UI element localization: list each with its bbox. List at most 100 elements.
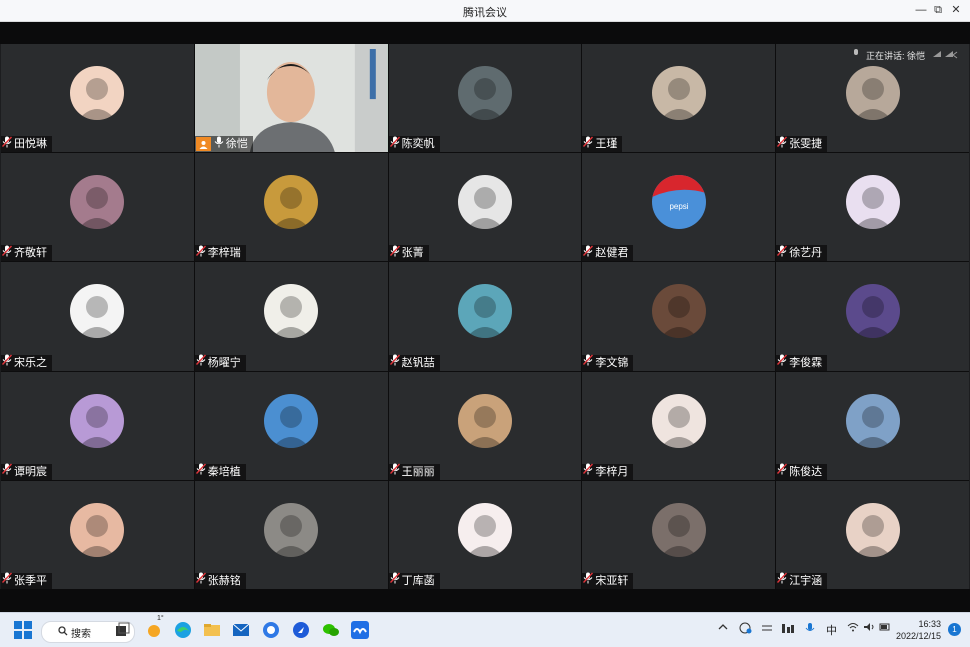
participant-tile[interactable]: 田悦琳 <box>1 44 194 153</box>
notification-badge[interactable]: 1 <box>948 623 961 636</box>
participant-nametag: 杨曜宁 <box>194 354 246 371</box>
microphone-muted-icon <box>389 572 402 589</box>
participant-tile[interactable]: 张菁 <box>388 153 582 262</box>
participant-nametag: 赵健君 <box>582 245 634 262</box>
participant-tile[interactable]: 王瑾 <box>582 44 776 153</box>
participant-nametag: 田悦琳 <box>1 136 52 153</box>
participant-tile[interactable]: 李梓瑞 <box>194 153 388 262</box>
feishu-icon[interactable] <box>291 620 311 640</box>
tray-microphone-icon[interactable] <box>805 622 815 638</box>
participant-tile[interactable]: 赵钒喆 <box>388 262 582 371</box>
participant-nametag: 王丽丽 <box>388 463 440 480</box>
participant-nametag: 李文锦 <box>582 354 634 371</box>
microphone-on-icon <box>214 136 226 153</box>
participant-name: 齐敬轩 <box>14 247 47 260</box>
task-view-icon[interactable] <box>113 620 133 640</box>
tray-chevron-icon[interactable] <box>718 622 728 635</box>
participant-tile[interactable]: 徐恺 <box>194 44 388 153</box>
participant-nametag: 陈奕帆 <box>388 136 440 153</box>
participant-tile[interactable]: 陈俊达 <box>776 371 969 480</box>
participant-tile[interactable]: 江宇涵 <box>776 480 969 589</box>
drawn-girl-avatar <box>651 393 706 448</box>
participant-grid: 田悦琳 徐恺 陈奕帆 王瑾 张雯捷 正在讲话: 徐恺齐敬轩 李梓瑞 张菁 pepsi 赵健君 徐艺丹… <box>1 44 969 589</box>
participant-tile[interactable]: 丁库菡 <box>388 480 582 589</box>
participant-tile[interactable]: 李俊霖 <box>776 262 969 371</box>
edge-browser-icon[interactable] <box>173 620 193 640</box>
tray-app-icon[interactable] <box>781 622 795 637</box>
microphone-muted-icon <box>777 463 789 480</box>
participant-tile[interactable]: 谭明宸 <box>1 371 194 480</box>
participant-name: 徐艺丹 <box>789 247 823 260</box>
participant-tile[interactable]: 李文锦 <box>582 262 776 371</box>
participant-name: 张季平 <box>14 574 47 587</box>
weather-icon[interactable]: 1° <box>145 615 165 640</box>
microphone-muted-icon <box>2 136 14 153</box>
taskbar-clock[interactable]: 16:33 2022/12/15 <box>896 618 941 642</box>
close-button[interactable]: ✕ <box>945 2 967 18</box>
speaker-mic-icon <box>852 49 860 61</box>
participant-nametag: 谭明宸 <box>1 463 52 480</box>
participant-name: 张雯捷 <box>789 138 823 151</box>
tray-settings-icon[interactable] <box>761 622 773 637</box>
participant-tile[interactable]: 张赫铭 <box>194 480 388 589</box>
microphone-muted-icon <box>777 572 789 589</box>
tray-sync-icon[interactable] <box>738 622 752 637</box>
participant-name: 张赫铭 <box>207 574 241 587</box>
microphone-muted-icon <box>583 245 595 262</box>
weather-badge: 1° <box>157 615 164 622</box>
participant-nametag: 徐艺丹 <box>776 245 828 262</box>
meeting-bottom-strip <box>0 589 970 612</box>
microphone-muted-icon <box>195 354 208 371</box>
battery-icon[interactable] <box>879 622 891 635</box>
microphone-muted-icon <box>583 136 595 153</box>
participant-name: 谭明宸 <box>14 465 47 478</box>
search-icon <box>58 625 68 639</box>
wifi-icon[interactable] <box>847 622 859 635</box>
participant-tile[interactable]: 张雯捷 正在讲话: 徐恺 <box>776 44 969 153</box>
browser-icon[interactable] <box>261 620 281 640</box>
participant-nametag: 徐恺 <box>194 136 253 153</box>
participant-nametag: 王瑾 <box>582 136 623 153</box>
participant-name: 李俊霖 <box>789 356 823 369</box>
participant-tile[interactable]: 杨曜宁 <box>194 262 388 371</box>
microphone-muted-icon <box>583 463 595 480</box>
windows-start-icon[interactable] <box>13 620 33 640</box>
microphone-muted-icon <box>389 463 402 480</box>
meeting-top-strip <box>0 22 970 44</box>
participant-tile[interactable]: 秦培植 <box>194 371 388 480</box>
microphone-muted-icon <box>777 136 789 153</box>
participant-name: 赵钒喆 <box>401 356 435 369</box>
participant-tile[interactable]: 李梓月 <box>582 371 776 480</box>
participant-nametag: 宋亚轩 <box>582 572 634 589</box>
participant-tile[interactable]: 陈奕帆 <box>388 44 582 153</box>
participant-name: 张菁 <box>401 247 424 260</box>
volume-icon[interactable] <box>863 622 875 635</box>
file-explorer-icon[interactable] <box>202 620 222 640</box>
wechat-icon[interactable] <box>321 620 341 640</box>
participant-nametag: 张菁 <box>388 245 429 262</box>
participant-name: 李文锦 <box>595 356 629 369</box>
participant-name: 李梓月 <box>595 465 629 478</box>
participant-tile[interactable]: 王丽丽 <box>388 371 582 480</box>
participant-name: 王丽丽 <box>401 465 435 478</box>
input-method-indicator[interactable]: 中 <box>826 622 837 638</box>
window-title: 腾讯会议 <box>463 7 507 19</box>
host-icon <box>195 137 211 152</box>
cat-dark-avatar <box>651 502 706 557</box>
mail-icon[interactable] <box>231 620 251 640</box>
participant-tile[interactable]: 张季平 <box>1 480 194 589</box>
participant-nametag: 张雯捷 <box>776 136 828 153</box>
participant-tile[interactable]: 徐艺丹 <box>776 153 969 262</box>
microphone-muted-icon <box>389 136 402 153</box>
participant-name: 李梓瑞 <box>207 247 241 260</box>
participant-name: 田悦琳 <box>14 138 47 151</box>
microphone-muted-icon <box>583 354 595 371</box>
participant-tile[interactable]: pepsi 赵健君 <box>582 153 776 262</box>
couple-photo-avatar <box>651 66 706 120</box>
tencent-meeting-icon[interactable] <box>350 620 370 640</box>
participant-tile[interactable]: 齐敬轩 <box>1 153 194 262</box>
participant-tile[interactable]: 宋乐之 <box>1 262 194 371</box>
microphone-muted-icon <box>777 245 789 262</box>
cat-photo-avatar <box>264 502 319 557</box>
participant-tile[interactable]: 宋亚轩 <box>582 480 776 589</box>
